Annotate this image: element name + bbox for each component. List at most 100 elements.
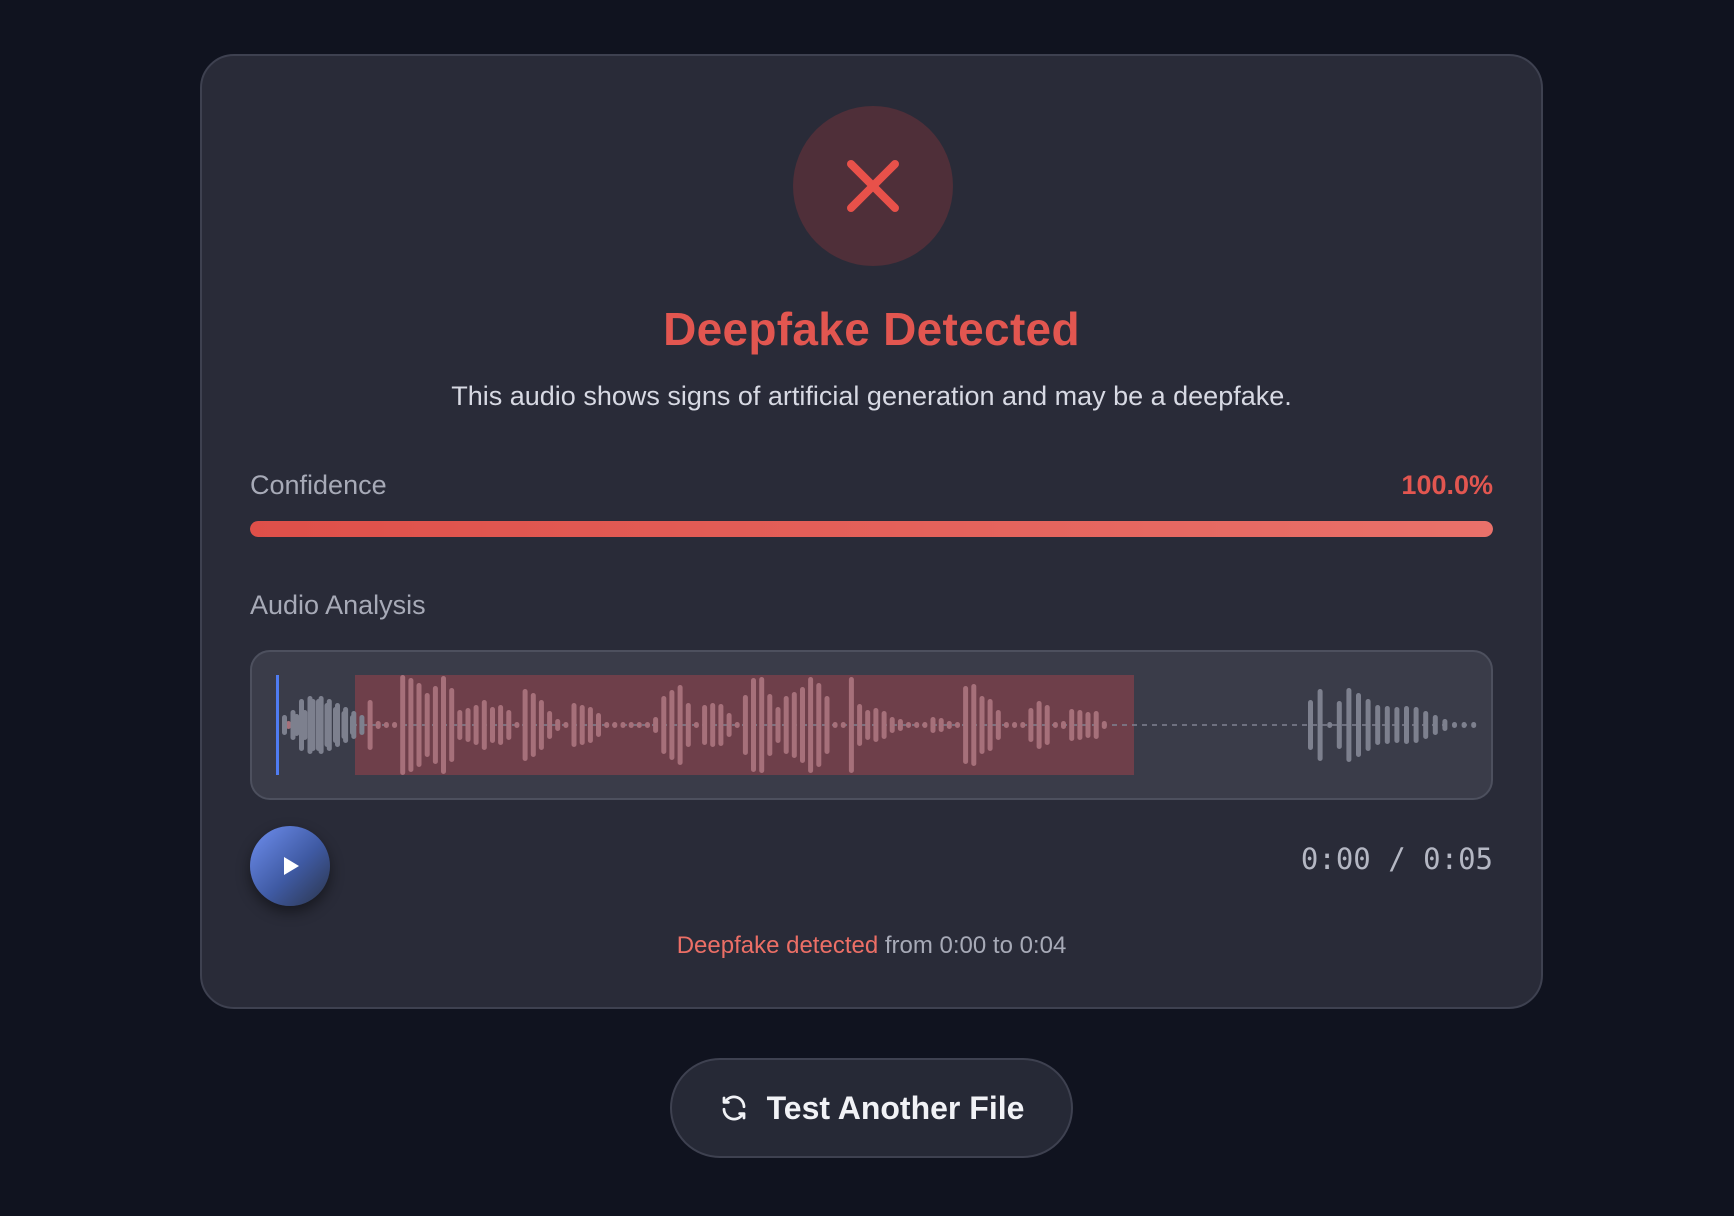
waveform-bar xyxy=(383,722,389,728)
waveform-bar xyxy=(734,722,740,728)
waveform-bar xyxy=(612,722,618,728)
waveform-bar xyxy=(563,722,569,728)
detection-note-highlight: Deepfake detected xyxy=(676,932,879,959)
waveform-bar xyxy=(759,677,765,773)
waveform-bar xyxy=(514,722,520,728)
waveform-bar xyxy=(1044,705,1050,745)
waveform-bar xyxy=(1327,722,1333,728)
waveform-bar xyxy=(604,722,610,728)
waveform-bar xyxy=(693,722,699,728)
waveform-bar xyxy=(1028,708,1034,742)
waveform-bar xyxy=(1077,710,1083,740)
waveform-bar xyxy=(636,722,642,728)
play-icon xyxy=(284,857,299,875)
waveform-bar xyxy=(1404,706,1409,744)
total-time: 0:05 xyxy=(1423,842,1493,876)
waveform-bar xyxy=(865,710,871,740)
test-another-file-button[interactable]: Test Another File xyxy=(670,1058,1073,1158)
waveform-bar xyxy=(1336,701,1342,749)
waveform-bar xyxy=(922,722,928,728)
status-badge xyxy=(793,106,953,266)
waveform-bar xyxy=(498,705,504,745)
waveform-bar xyxy=(669,690,675,760)
waveform-bar xyxy=(914,722,920,728)
detection-note: Deepfake detected from 0:00 to 0:04 xyxy=(202,932,1541,960)
waveform-bar xyxy=(971,684,977,766)
waveform[interactable] xyxy=(250,650,1493,800)
waveform-bar xyxy=(424,693,430,757)
waveform-bar xyxy=(1052,722,1058,728)
waveform-bar xyxy=(620,722,626,728)
waveform-bar xyxy=(465,708,471,742)
waveform-bar xyxy=(341,711,347,739)
waveform-bar xyxy=(547,711,553,739)
waveform-bar xyxy=(1036,701,1042,749)
playhead[interactable] xyxy=(276,675,279,775)
waveform-bar xyxy=(441,676,446,774)
waveform-bar xyxy=(767,694,773,756)
waveform-bar xyxy=(324,703,330,747)
waveform-bar xyxy=(677,685,683,765)
waveform-bar xyxy=(816,683,822,767)
waveform-bar xyxy=(800,687,805,763)
refresh-icon xyxy=(722,1095,745,1121)
waveform-bar xyxy=(718,704,724,746)
time-separator: / xyxy=(1388,842,1406,876)
waveform-bar xyxy=(1003,722,1009,728)
waveform-bar xyxy=(375,721,381,729)
waveform-bar xyxy=(490,707,495,743)
waveform-bar xyxy=(538,700,544,750)
waveform-bar xyxy=(367,700,373,750)
confidence-bar xyxy=(250,521,1493,537)
waveform-bar xyxy=(555,719,561,731)
waveform-bar xyxy=(1012,722,1018,728)
waveform-bar xyxy=(873,708,879,742)
waveform-bar xyxy=(1308,700,1313,750)
waveform-bar xyxy=(946,721,952,729)
waveform-bar xyxy=(307,696,313,754)
waveform-bar xyxy=(1423,711,1429,739)
waveform-bar xyxy=(333,707,338,743)
play-button[interactable] xyxy=(250,826,330,906)
waveform-bar xyxy=(726,713,732,737)
audio-analysis-label: Audio Analysis xyxy=(250,590,426,620)
result-card: Deepfake Detected This audio shows signs… xyxy=(200,54,1543,1009)
waveform-bar xyxy=(316,699,321,751)
waveform-bar xyxy=(457,710,463,740)
waveform-bar xyxy=(1061,721,1066,729)
waveform-bar xyxy=(906,722,911,728)
waveform-bar xyxy=(350,715,355,735)
result-description: This audio shows signs of artificial gen… xyxy=(451,381,1292,411)
waveform-bar xyxy=(481,700,487,750)
waveform-bar xyxy=(840,722,846,728)
current-time: 0:00 xyxy=(1300,842,1371,876)
waveform-bar xyxy=(930,717,936,733)
waveform-bar xyxy=(530,693,536,757)
waveform-bar xyxy=(742,695,748,755)
waveform-bar xyxy=(1442,719,1448,731)
waveform-bar xyxy=(1375,705,1381,745)
waveform-bar xyxy=(400,675,406,775)
waveform-bar xyxy=(1317,689,1323,761)
waveform-bar xyxy=(791,692,797,758)
waveform-bar xyxy=(1101,721,1107,729)
waveform-bar xyxy=(653,717,659,733)
waveform-bar xyxy=(685,703,691,747)
waveform-bar xyxy=(473,705,479,745)
detection-note-range: from 0:00 to 0:04 xyxy=(878,932,1067,959)
confidence-label: Confidence xyxy=(250,470,387,500)
waveform-bar xyxy=(938,718,944,732)
waveform-bar xyxy=(449,688,455,762)
time-readout: 0:00 / 0:05 xyxy=(1301,842,1493,876)
waveform-bar xyxy=(506,710,512,740)
waveform-bar xyxy=(1432,715,1438,735)
waveform-canvas[interactable] xyxy=(252,652,1491,798)
confidence-bar-fill xyxy=(250,521,1493,537)
waveform-bar xyxy=(299,699,304,751)
waveform-bar xyxy=(596,713,601,737)
test-another-file-label: Test Another File xyxy=(766,1089,1025,1126)
waveform-bar xyxy=(1384,706,1390,744)
waveform-bar xyxy=(432,686,438,764)
waveform-bar xyxy=(1346,688,1352,762)
waveform-bar xyxy=(1069,709,1075,741)
